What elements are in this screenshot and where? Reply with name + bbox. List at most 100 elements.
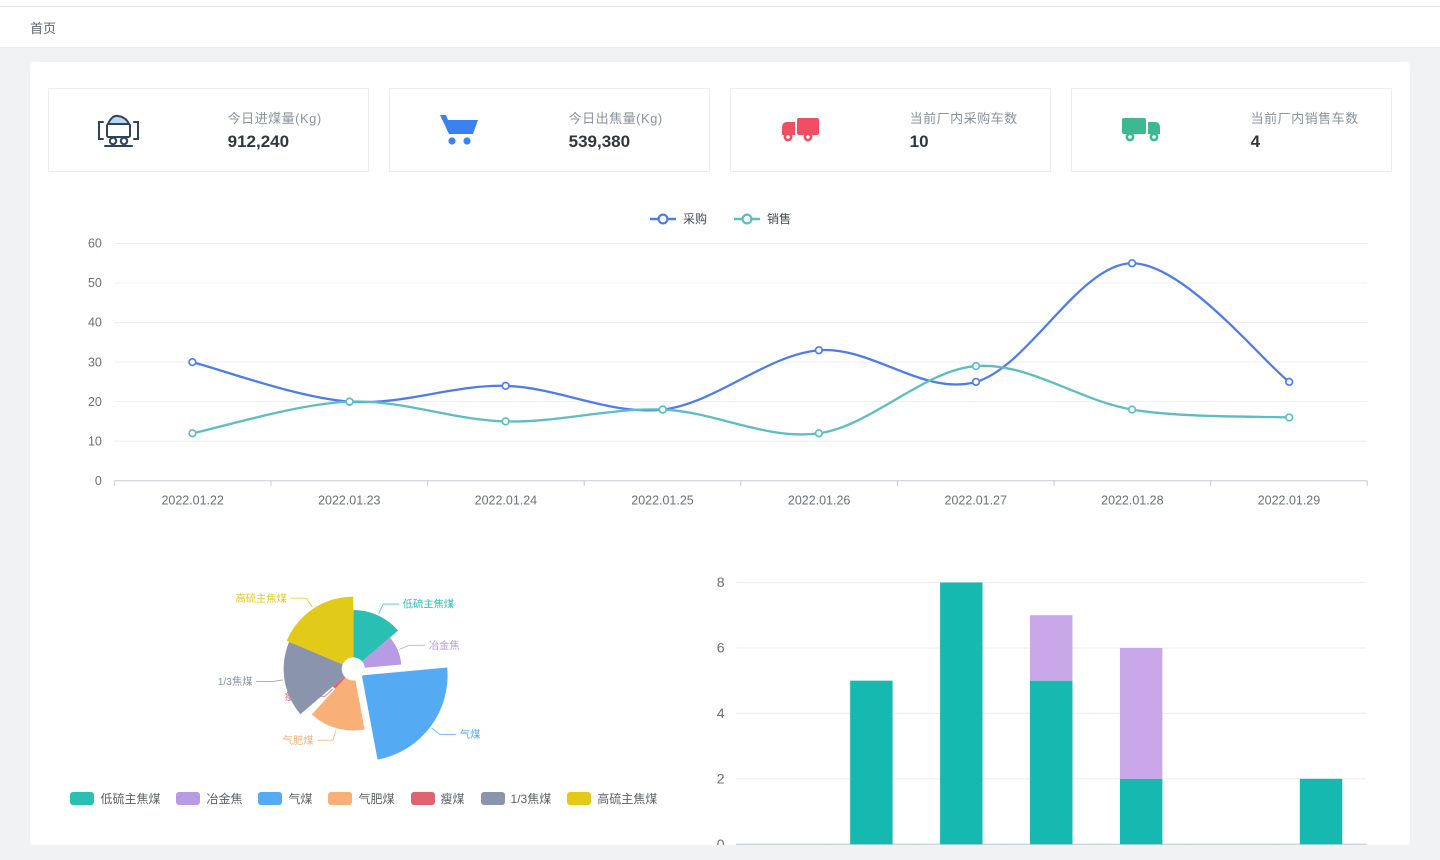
x-axis-label: 2022.01.23 bbox=[318, 494, 380, 508]
legend-label: 1/3焦煤 bbox=[511, 790, 552, 807]
data-point[interactable] bbox=[973, 363, 980, 370]
y-axis-label: 20 bbox=[88, 395, 102, 409]
bar-segment-一次计量完成[interactable] bbox=[940, 583, 982, 845]
pie-legend-item-高硫主焦煤[interactable]: 高硫主焦煤 bbox=[567, 790, 657, 807]
data-point[interactable] bbox=[659, 406, 666, 413]
pie-slice-label: 低硫主焦煤 bbox=[403, 598, 454, 611]
stat-card-coal-in: 今日进煤量(Kg) 912,240 bbox=[48, 88, 369, 172]
legend-marker-icon bbox=[649, 213, 677, 225]
pie-label-line bbox=[317, 730, 336, 740]
legend-swatch bbox=[411, 792, 435, 805]
pie-center-hole bbox=[342, 657, 365, 680]
stat-card-sales-trucks: 当前厂内销售车数 4 bbox=[1071, 88, 1392, 172]
pie-label-line bbox=[399, 645, 425, 649]
x-axis-label: 2022.01.22 bbox=[161, 494, 223, 508]
y-axis-label: 40 bbox=[88, 316, 102, 330]
pie-slice-label: 1/3焦煤 bbox=[218, 675, 253, 688]
pie-label-line bbox=[378, 604, 399, 614]
stat-card-label: 当前厂内采购车数 bbox=[910, 108, 1050, 127]
pie-label-line bbox=[256, 680, 283, 682]
x-axis-label: 2022.01.24 bbox=[475, 494, 537, 508]
page-content: 今日进煤量(Kg) 912,240 今日出焦量(Kg) 539,380 bbox=[0, 48, 1440, 859]
data-point[interactable] bbox=[502, 383, 509, 390]
legend-swatch bbox=[567, 792, 591, 805]
data-point[interactable] bbox=[1286, 414, 1293, 421]
legend-item-采购[interactable]: 采购 bbox=[649, 210, 707, 227]
legend-label: 气煤 bbox=[288, 790, 312, 807]
stat-card-text: 当前厂内销售车数 4 bbox=[1251, 108, 1391, 152]
pie-legend-item-1/3焦煤[interactable]: 1/3焦煤 bbox=[481, 790, 552, 807]
purchase-sales-line-chart: 01020304050602022.01.222022.01.232022.01… bbox=[54, 231, 1386, 514]
x-axis-label: 2022.01.25 bbox=[631, 494, 693, 508]
bar-segment-结束装卸货[interactable] bbox=[1120, 779, 1162, 844]
pie-slice-label: 冶金焦 bbox=[429, 639, 460, 652]
x-axis-label: 2022.01.26 bbox=[788, 494, 850, 508]
legend-swatch bbox=[70, 792, 94, 805]
pie-chart-section: 低硫主焦煤冶金焦气煤气肥煤瘦煤1/3焦煤高硫主焦煤 低硫主焦煤冶金焦气煤气肥煤瘦… bbox=[48, 560, 680, 807]
stat-card-text: 今日进煤量(Kg) 912,240 bbox=[228, 108, 368, 152]
legend-swatch bbox=[258, 792, 282, 805]
stat-card-value: 4 bbox=[1251, 132, 1391, 152]
legend-label: 气肥煤 bbox=[358, 790, 394, 807]
x-axis-label: 2022.01.29 bbox=[1258, 494, 1320, 508]
data-point[interactable] bbox=[189, 430, 196, 437]
stat-card-text: 当前厂内采购车数 10 bbox=[910, 108, 1050, 152]
bar-chart-section: 02468办卡完成已进厂一次计量完成开始装卸货结束装卸货二次计量完成已出厂 bbox=[680, 560, 1392, 845]
data-point[interactable] bbox=[816, 430, 823, 437]
data-point[interactable] bbox=[1129, 260, 1136, 267]
pie-legend-item-冶金焦[interactable]: 冶金焦 bbox=[176, 790, 242, 807]
data-point[interactable] bbox=[502, 418, 509, 425]
y-axis-label: 10 bbox=[88, 434, 102, 448]
legend-item-销售[interactable]: 销售 bbox=[733, 210, 791, 227]
stat-card-value: 10 bbox=[910, 132, 1050, 152]
y-axis-label: 50 bbox=[88, 276, 102, 290]
stat-card-label: 当前厂内销售车数 bbox=[1251, 108, 1391, 127]
data-point[interactable] bbox=[346, 398, 353, 405]
mine-cart-icon bbox=[93, 108, 145, 152]
dashboard-panel: 今日进煤量(Kg) 912,240 今日出焦量(Kg) 539,380 bbox=[30, 62, 1410, 845]
data-point[interactable] bbox=[973, 379, 980, 386]
breadcrumb-bar: 首页 bbox=[0, 7, 1440, 48]
legend-label: 采购 bbox=[683, 210, 707, 227]
coal-type-pie-chart: 低硫主焦煤冶金焦气煤气肥煤瘦煤1/3焦煤高硫主焦煤 bbox=[114, 560, 614, 776]
stat-card-purchase-trucks: 当前厂内采购车数 10 bbox=[730, 88, 1051, 172]
breadcrumb[interactable]: 首页 bbox=[30, 18, 56, 37]
data-point[interactable] bbox=[189, 359, 196, 366]
line-chart-area: 01020304050602022.01.222022.01.232022.01… bbox=[48, 231, 1392, 514]
pie-slice-label: 气煤 bbox=[460, 728, 481, 741]
bar-segment-已进厂[interactable] bbox=[850, 681, 892, 845]
data-point[interactable] bbox=[816, 347, 823, 354]
pie-legend-item-气肥煤[interactable]: 气肥煤 bbox=[328, 790, 394, 807]
line-series-销售 bbox=[192, 366, 1289, 435]
legend-label: 高硫主焦煤 bbox=[597, 790, 657, 807]
legend-label: 低硫主焦煤 bbox=[100, 790, 160, 807]
y-axis-label: 8 bbox=[717, 574, 725, 590]
stat-card-value: 912,240 bbox=[228, 132, 368, 152]
bar-segment-结束装卸货[interactable] bbox=[1120, 648, 1162, 779]
y-axis-label: 6 bbox=[717, 640, 725, 656]
y-axis-label: 0 bbox=[95, 474, 102, 488]
y-axis-label: 30 bbox=[88, 355, 102, 369]
legend-label: 瘦煤 bbox=[441, 790, 465, 807]
pie-slice-label: 气肥煤 bbox=[282, 734, 313, 747]
pie-legend-item-气煤[interactable]: 气煤 bbox=[258, 790, 312, 807]
vehicle-status-bar-chart: 02468办卡完成已进厂一次计量完成开始装卸货结束装卸货二次计量完成已出厂 bbox=[694, 566, 1378, 845]
legend-swatch bbox=[481, 792, 505, 805]
legend-marker-icon bbox=[733, 213, 761, 225]
shopping-cart-icon bbox=[434, 108, 486, 152]
pie-legend-item-瘦煤[interactable]: 瘦煤 bbox=[411, 790, 465, 807]
x-axis-label: 2022.01.27 bbox=[945, 494, 1007, 508]
pie-legend-item-低硫主焦煤[interactable]: 低硫主焦煤 bbox=[70, 790, 160, 807]
stat-card-text: 今日出焦量(Kg) 539,380 bbox=[569, 108, 709, 152]
line-chart-legend: 采购 销售 bbox=[48, 210, 1392, 227]
bar-segment-开始装卸货[interactable] bbox=[1030, 615, 1072, 680]
truck-right-icon bbox=[1116, 108, 1168, 152]
bar-segment-开始装卸货[interactable] bbox=[1030, 681, 1072, 845]
y-axis-label: 0 bbox=[717, 836, 725, 845]
data-point[interactable] bbox=[1129, 406, 1136, 413]
data-point[interactable] bbox=[1286, 379, 1293, 386]
y-axis-label: 4 bbox=[717, 705, 725, 721]
pie-slice-气煤[interactable] bbox=[362, 668, 448, 760]
legend-swatch bbox=[328, 792, 352, 805]
bar-segment-已出厂[interactable] bbox=[1300, 779, 1342, 844]
